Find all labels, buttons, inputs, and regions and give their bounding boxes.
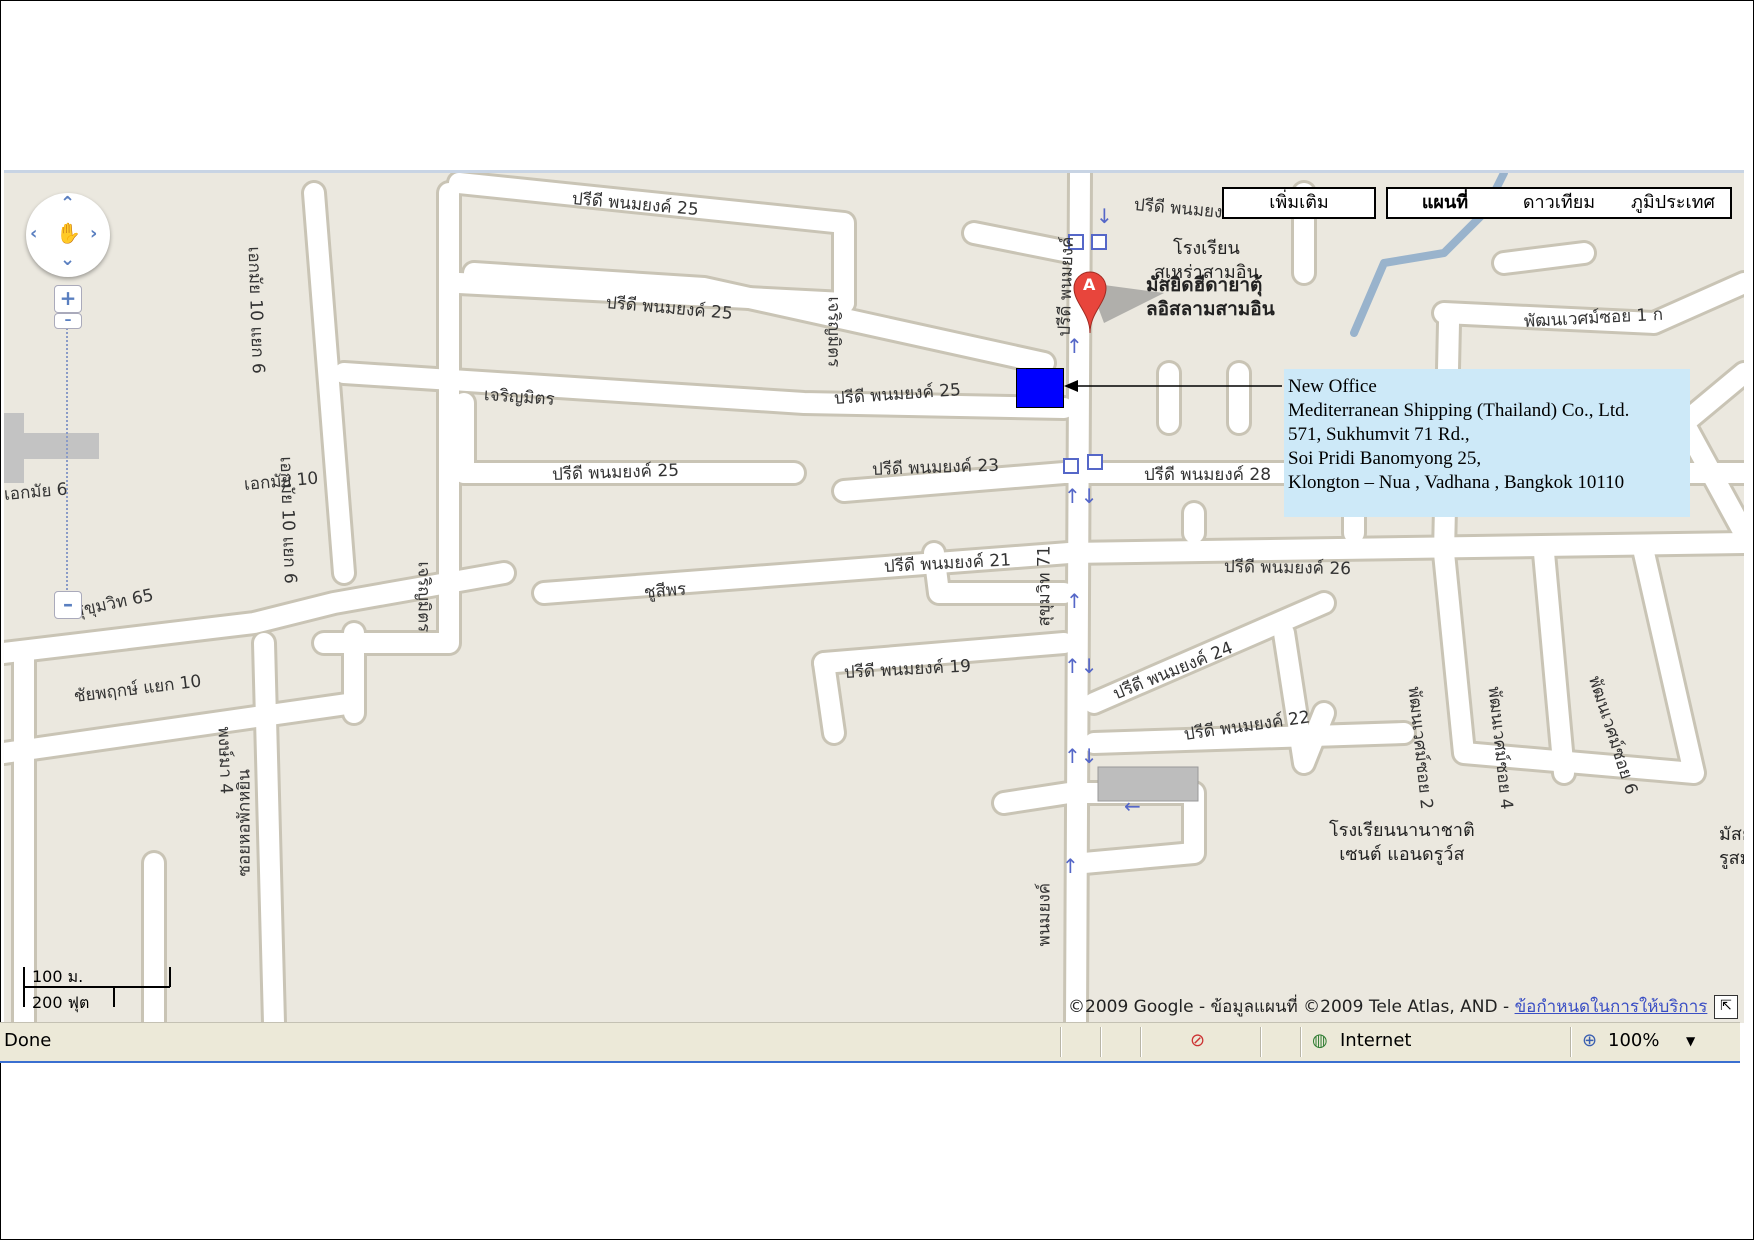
road-label: ปรีดี พนมยงค์ 26 <box>1223 557 1352 580</box>
marker-letter[interactable]: A <box>1083 275 1095 294</box>
hand-icon: ✋ <box>56 221 81 245</box>
road-label: ปรีดี พนมยงค์ <box>1054 236 1078 337</box>
road-label: ชูสีพร <box>643 579 688 603</box>
pan-control-icon[interactable]: ⌃ ‹ › ⌄ ✋ <box>26 193 110 277</box>
callout-line: Klongton – Nua , Vadhana , Bangkok 10110 <box>1288 472 1625 493</box>
status-bar: Done ⊘ ◍ Internet ⊕ 100% ▼ <box>0 1022 1740 1063</box>
road-label: พนมยงค์ <box>1034 882 1055 947</box>
road-label: ปรีดี พนมยงค์ 28 <box>1144 465 1272 485</box>
zoom-out-icon[interactable]: – <box>54 591 82 619</box>
svg-text:↑↓: ↑↓ <box>1064 654 1098 678</box>
callout-line: Mediterranean Shipping (Thailand) Co., L… <box>1288 400 1630 421</box>
pan-up-icon[interactable]: ⌃ <box>60 193 75 214</box>
callout-line: 571, Sukhumvit 71 Rd., <box>1288 424 1470 445</box>
scale-metric: 100 ม. <box>32 967 84 986</box>
svg-text:↑↓: ↑↓ <box>1064 484 1098 508</box>
scale-imperial: 200 ฟุต <box>32 993 90 1012</box>
road-label: เจริญมิตร <box>413 561 434 633</box>
map-view[interactable]: ↓ ↑ ↑↓ ↑ ↑↓ ↑↓ ← ↑ ปรีดี พนมยงค์ 25 ปรีด… <box>4 170 1744 1023</box>
poi-edge: มัสยรูสม <box>1719 824 1744 869</box>
road-label: เอกมัย 10 แยก 6 <box>275 456 300 585</box>
zone-text: Internet <box>1340 1030 1412 1051</box>
status-text: Done <box>4 1030 52 1051</box>
zoom-in-icon[interactable]: + <box>54 285 82 313</box>
copyright: ©2009 Google - ข้อมูลแผนที่ ©2009 Tele A… <box>1068 993 1707 1020</box>
road-label: เอกมัย 10 แยก 6 <box>243 246 268 375</box>
zoom-slider[interactable] <box>62 313 74 598</box>
terrain-button[interactable]: ภูมิประเทศ <box>1616 187 1732 219</box>
road-label: เจริญมิตร <box>483 385 556 410</box>
road-label: เจริญมิตร <box>823 296 844 368</box>
svg-text:↑↓: ↑↓ <box>1064 744 1098 768</box>
pan-down-icon[interactable]: ⌄ <box>60 249 75 270</box>
callout-line: New Office <box>1288 376 1377 397</box>
terms-link[interactable]: ข้อกำหนดในการให้บริการ <box>1515 997 1708 1017</box>
more-button[interactable]: เพิ่มเติม <box>1222 187 1376 219</box>
poi-international-school: โรงเรียนนานาชาติ เซนต์ แอนดรูว์ส <box>1329 820 1475 865</box>
road-label: ซอยหอพักหยิน <box>234 769 255 877</box>
expand-icon[interactable]: ⇱ <box>1714 995 1738 1019</box>
pan-right-icon[interactable]: › <box>90 223 97 244</box>
poi-mosque: มัสยิดฮีดายาตุ้ ลอิสลามสามอิน <box>1146 274 1275 320</box>
pan-left-icon[interactable]: ‹ <box>30 223 37 244</box>
map-button[interactable]: แผนที่ <box>1386 187 1504 219</box>
svg-text:↑: ↑ <box>1062 854 1079 878</box>
road-label: สุขุมวิท 71 <box>1034 545 1055 627</box>
svg-text:↑: ↑ <box>1066 334 1083 358</box>
zoom-level[interactable]: 100% <box>1608 1030 1659 1051</box>
svg-text:←: ← <box>1124 794 1141 818</box>
zoom-handle[interactable]: – <box>54 313 82 329</box>
office-callout: New Office Mediterranean Shipping (Thail… <box>1284 369 1690 517</box>
svg-text:↓: ↓ <box>1096 204 1113 228</box>
zoom-dropdown-icon[interactable]: ▼ <box>1686 1034 1695 1048</box>
popup-blocked-icon[interactable]: ⊘ <box>1190 1030 1205 1051</box>
zoom-icon[interactable]: ⊕ <box>1582 1030 1597 1051</box>
callout-line: Soi Pridi Banomyong 25, <box>1288 448 1482 469</box>
satellite-button[interactable]: ดาวเทียม <box>1502 187 1618 219</box>
office-marker <box>1016 368 1064 408</box>
copyright-text: ©2009 Google - ข้อมูลแผนที่ ©2009 Tele A… <box>1068 997 1515 1017</box>
road-label: ปรีดี พนมยงค์ 25 <box>551 460 680 485</box>
globe-icon: ◍ <box>1312 1030 1328 1051</box>
svg-text:↑: ↑ <box>1066 589 1083 613</box>
road-label: เอกมัย 6 <box>4 479 69 505</box>
road-label: ปรีดี พนมยงค์ 23 <box>871 455 1000 480</box>
